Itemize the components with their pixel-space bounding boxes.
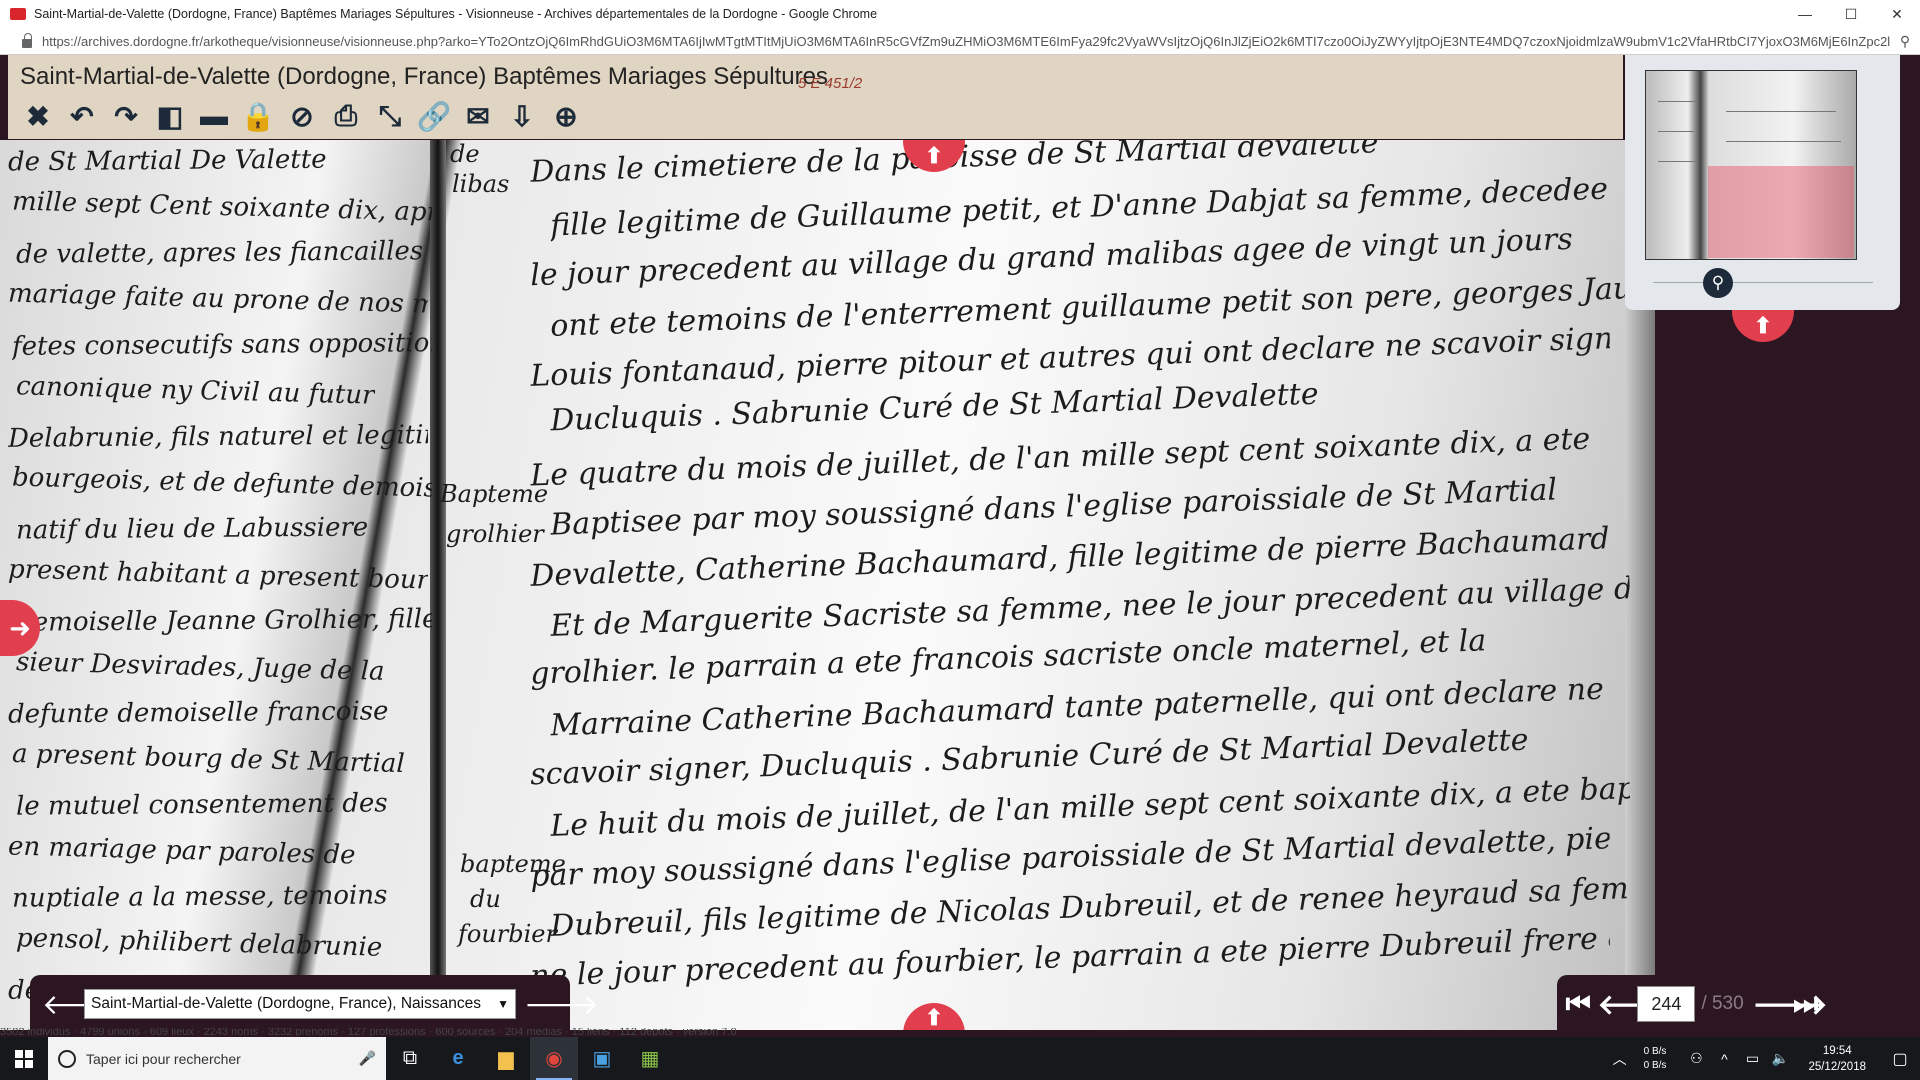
next-page-arrow-icon[interactable]: 🡒 <box>1753 987 1828 1021</box>
handwritten-line-left: pensol, philibert delabrunie <box>15 923 383 963</box>
contrast-icon[interactable]: ◧ <box>152 99 188 133</box>
handwritten-line-left: mille sept Cent soixante dix, apres <box>11 186 433 228</box>
handwritten-line-left: sieur Desvirades, Juge de la <box>15 647 385 687</box>
margin-note: de <box>450 140 480 168</box>
rotate-right-icon[interactable]: ↷ <box>108 99 144 133</box>
network-speed: 0 B/s 0 B/s <box>1644 1045 1667 1073</box>
handwritten-line-left: present habitant a present bourg <box>7 554 429 596</box>
color-app-icon[interactable]: ▦ <box>626 1037 674 1080</box>
site-favicon-icon <box>10 8 26 20</box>
start-button[interactable] <box>0 1037 48 1080</box>
first-page-icon[interactable]: ⏮ <box>1565 988 1591 1021</box>
handwritten-line-left: defunte demoiselle francoise <box>7 696 389 730</box>
thumbnail-navigator: ⚲ <box>1625 55 1900 310</box>
address-bar[interactable]: https://archives.dordogne.fr/arkotheque/… <box>0 28 1920 55</box>
series-select[interactable]: Saint-Martial-de-Valette (Dordogne, Fran… <box>84 989 516 1019</box>
download-icon[interactable]: ⇩ <box>504 99 540 133</box>
fullscreen-icon[interactable]: ⤡ <box>372 99 408 133</box>
cancel-icon[interactable]: ⊘ <box>284 99 320 133</box>
task-view-icon[interactable]: ⧉ <box>386 1037 434 1080</box>
previous-page-arrow-icon[interactable]: 🡐 <box>1597 987 1672 1021</box>
cortana-circle-icon <box>58 1049 76 1068</box>
handwritten-line-left: mariage faite au prone de nos messe <box>7 278 429 320</box>
notifications-icon[interactable]: ▢ <box>1880 1049 1920 1069</box>
zoom-magnifier-icon[interactable]: ⚲ <box>1703 268 1733 298</box>
handwritten-line-left: Demoiselle Jeanne Grolhier, fille <box>11 604 433 638</box>
edge-icon[interactable]: e <box>434 1037 482 1080</box>
background-status-line: 3502 individus · 4799 unions · 609 lieux… <box>0 1028 737 1036</box>
volume-icon[interactable]: 🔈 <box>1766 1050 1794 1067</box>
battery-icon[interactable]: ▭ <box>1738 1050 1766 1067</box>
magnifier-icon[interactable]: ⚲ <box>1890 33 1920 50</box>
viewport-highlight[interactable] <box>1708 166 1854 258</box>
clock-time: 19:54 <box>1822 1044 1852 1057</box>
maximize-button[interactable]: ☐ <box>1828 0 1874 28</box>
handwritten-line-left: natif du lieu de Labussiere <box>15 512 369 546</box>
taskbar-search[interactable]: Taper ici pour rechercher 🎤 <box>48 1037 386 1080</box>
handwritten-line-left: Delabrunie, fils naturel et legitime <box>7 420 429 454</box>
margin-note: libas <box>452 170 510 198</box>
network-up: 0 B/s <box>1643 1045 1667 1057</box>
share-icon[interactable]: ⊕ <box>548 99 584 133</box>
last-page-icon[interactable]: ⏭ <box>1793 988 1819 1021</box>
search-placeholder: Taper ici pour rechercher <box>86 1050 241 1067</box>
file-explorer-icon[interactable]: ▆ <box>482 1037 530 1080</box>
windows-taskbar: Taper ici pour rechercher 🎤 ⧉ e ▆ ◉ ▣ ▦ … <box>0 1037 1920 1080</box>
next-series-arrow-icon[interactable]: 🡒 <box>524 987 599 1021</box>
handwritten-line-left: le mutuel consentement des <box>15 788 388 822</box>
page-navigation: ⏮ 🡐 244 / 530 🡒 ⏭ <box>1557 975 1828 1033</box>
secure-lock-icon <box>22 32 32 48</box>
people-icon[interactable]: ⚇ <box>1682 1050 1710 1067</box>
show-hidden-icons-icon[interactable]: ^ <box>1710 1051 1738 1067</box>
viewer-tools: ✖ ↶ ↷ ◧ ▬ 🔒 ⊘ ⎙ ⤡ 🔗 ✉ ⇩ ⊕ <box>20 99 584 133</box>
margin-note: fourbier <box>458 920 557 948</box>
close-icon[interactable]: ✖ <box>20 99 56 133</box>
handwritten-line-left: de St Martial De Valette <box>7 144 327 178</box>
window-title: Saint-Martial-de-Valette (Dordogne, Fran… <box>34 7 878 21</box>
thumbnail-divider <box>1653 282 1873 283</box>
chrome-icon[interactable]: ◉ <box>530 1037 578 1080</box>
archive-reference: 5 E 451/2 <box>798 75 863 92</box>
handwritten-line-left: fetes consecutifs sans opposition <box>11 328 433 362</box>
handwritten-line-left: de valette, apres les fiancailles <box>15 236 424 270</box>
link-icon[interactable]: 🔗 <box>416 99 452 133</box>
windows-logo-icon <box>15 1049 33 1068</box>
minimize-button[interactable]: — <box>1782 0 1828 28</box>
clock[interactable]: 19:54 25/12/2018 <box>1808 1043 1866 1075</box>
network-down: 0 B/s <box>1643 1059 1667 1071</box>
previous-series-arrow-icon[interactable]: 🡐 <box>42 987 117 1021</box>
handwritten-line-left: canonique ny Civil au futur <box>15 371 375 411</box>
margin-note: grolhier <box>446 520 544 548</box>
book-gutter <box>430 140 446 1030</box>
close-window-button[interactable]: ✕ <box>1874 0 1920 28</box>
rotate-left-icon[interactable]: ↶ <box>64 99 100 133</box>
print-icon[interactable]: ⎙ <box>328 99 364 133</box>
handwritten-line-left: bourgeois, et de defunte demoiselle <box>11 462 433 504</box>
chevron-up-icon[interactable]: ︿ <box>1606 1049 1634 1069</box>
photos-icon[interactable]: ▣ <box>578 1037 626 1080</box>
manuscript-page-image[interactable]: de St Martial De Valette mille sept Cent … <box>0 125 1655 1030</box>
document-title: Saint-Martial-de-Valette (Dordogne, Fran… <box>20 63 828 90</box>
page-total: / 530 <box>1701 993 1744 1014</box>
page-thumbnail[interactable] <box>1645 70 1857 260</box>
system-tray: ︿ 0 B/s 0 B/s ⚇ ^ ▭ 🔈 19:54 25/12/2018 ▢ <box>1606 1037 1920 1080</box>
browser-title-bar: Saint-Martial-de-Valette (Dordogne, Fran… <box>0 0 1920 29</box>
url-text[interactable]: https://archives.dordogne.fr/arkotheque/… <box>42 34 1890 49</box>
clock-date: 25/12/2018 <box>1808 1060 1866 1073</box>
series-navigation: 🡐 Saint-Martial-de-Valette (Dordogne, Fr… <box>30 975 599 1033</box>
series-select-value: Saint-Martial-de-Valette (Dordogne, Fran… <box>91 995 481 1012</box>
handwritten-line-left: a present bourg de St Martial <box>11 738 406 780</box>
margin-note: du <box>470 885 501 913</box>
microphone-icon[interactable]: 🎤 <box>359 1050 376 1067</box>
lock-icon[interactable]: 🔒 <box>240 99 276 133</box>
handwritten-line-left: en mariage par paroles de <box>7 831 356 871</box>
brightness-icon[interactable]: ▬ <box>196 99 232 133</box>
mail-icon[interactable]: ✉ <box>460 99 496 133</box>
viewer-toolbar: Saint-Martial-de-Valette (Dordogne, Fran… <box>8 55 1623 139</box>
handwritten-line-left: nuptiale a la messe, temoins <box>11 880 388 914</box>
page-number-input[interactable]: 244 <box>1637 986 1696 1022</box>
dropdown-caret-icon: ▼ <box>497 997 509 1011</box>
